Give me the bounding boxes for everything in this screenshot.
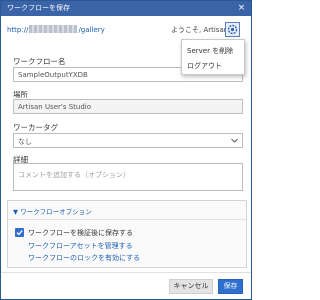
details-textarea[interactable]: コメントを追加する（オプション） bbox=[13, 163, 243, 191]
tag-value: なし bbox=[18, 138, 32, 146]
workflow-name-value: SampleOutputYXDB bbox=[18, 71, 88, 79]
user-gear-icon bbox=[227, 24, 238, 35]
validate-checkbox[interactable] bbox=[15, 228, 24, 237]
redacted-host bbox=[29, 25, 78, 33]
user-dropdown-menu: Server を削除 ログアウト bbox=[181, 39, 245, 75]
options-divider bbox=[8, 219, 246, 220]
tag-label: ワーカータグ bbox=[13, 123, 58, 132]
menu-item-logout[interactable]: ログアウト bbox=[187, 61, 222, 71]
cancel-button[interactable]: キャンセル bbox=[169, 279, 213, 294]
details-placeholder: コメントを追加する（オプション） bbox=[18, 171, 130, 179]
footer-divider bbox=[1, 272, 251, 273]
save-workflow-dialog: ワークフローを保存 × http:// /gallery ようこそ, Artisa… bbox=[0, 0, 252, 300]
server-url-prefix: http:// bbox=[7, 26, 29, 34]
manage-assets-link[interactable]: ワークフローアセットを管理する bbox=[28, 241, 133, 251]
server-url[interactable]: http:// /gallery bbox=[7, 25, 182, 37]
checkmark-icon bbox=[16, 230, 23, 236]
close-icon[interactable]: × bbox=[236, 2, 247, 14]
title-bar: ワークフローを保存 × bbox=[1, 1, 251, 16]
welcome-text: ようこそ, Artisan bbox=[171, 26, 229, 34]
workflow-name-label: ワークフロー名 bbox=[13, 57, 66, 66]
workflow-options-panel: ▼ ワークフローオプション ワークフローを検証後に保存する ワークフローアセット… bbox=[7, 200, 247, 268]
enable-lock-link[interactable]: ワークフローのロックを有効にする bbox=[28, 253, 140, 263]
workflow-options-toggle[interactable]: ▼ ワークフローオプション bbox=[13, 206, 92, 216]
save-button[interactable]: 保存 bbox=[218, 279, 243, 294]
user-menu-button[interactable] bbox=[225, 22, 240, 37]
dialog-title: ワークフローを保存 bbox=[7, 4, 70, 12]
validate-checkbox-label: ワークフローを検証後に保存する bbox=[28, 229, 133, 237]
tag-select[interactable]: なし bbox=[13, 133, 243, 148]
location-value: Artisan User's Studio bbox=[18, 103, 92, 111]
chevron-down-icon bbox=[231, 138, 238, 143]
location-field: Artisan User's Studio bbox=[13, 99, 243, 114]
server-url-suffix: /gallery bbox=[78, 26, 105, 34]
menu-item-remove-server[interactable]: Server を削除 bbox=[187, 46, 233, 56]
